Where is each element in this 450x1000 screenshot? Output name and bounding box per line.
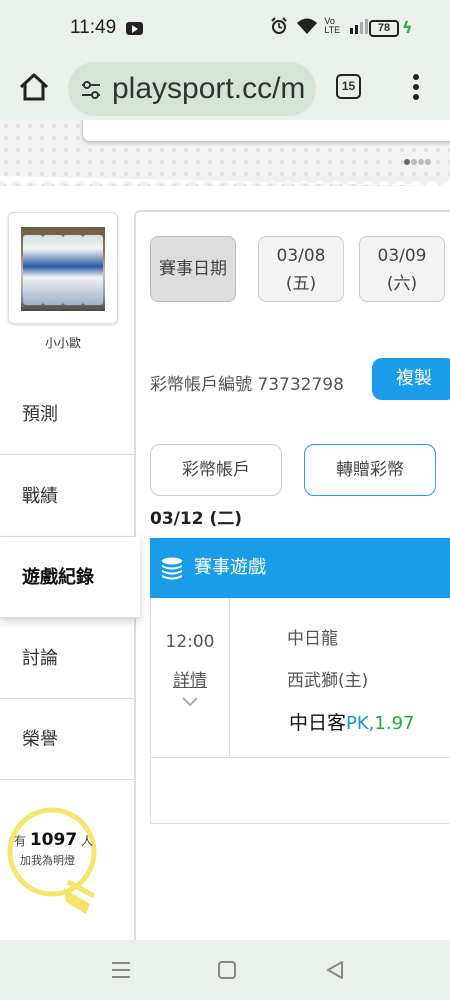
home-nav-icon[interactable] (214, 958, 240, 982)
alarm-icon (271, 17, 287, 34)
username: 小小歐 (44, 336, 81, 350)
sidebar-item-honors[interactable]: 榮譽 (0, 699, 134, 780)
site-settings-icon[interactable] (80, 79, 102, 101)
youtube-notification-icon (126, 22, 143, 35)
transfer-coins-button[interactable]: 轉贈彩幣 (304, 444, 436, 496)
follower-count-line: 有 1097 人 (14, 830, 94, 850)
system-navigation-bar (0, 940, 450, 1000)
bet-odds: 1.97 (374, 713, 415, 734)
coins-icon (162, 557, 182, 580)
wifi-icon (297, 18, 318, 34)
sidebar-item-record[interactable]: 戰績 (0, 456, 134, 537)
sidebar-item-discussion[interactable]: 討論 (0, 618, 134, 699)
zigzag-divider (0, 176, 450, 186)
game-section-title: 賽事遊戲 (194, 557, 266, 578)
status-time: 11:49 (70, 17, 117, 38)
browser-toolbar: playsport.cc/m 15 (0, 58, 450, 120)
avatar[interactable] (8, 212, 118, 324)
banner-area (0, 120, 450, 186)
address-bar[interactable]: playsport.cc/m (68, 62, 316, 116)
lightbulb-follow-widget[interactable]: 有 1097 人 加我為明燈 (6, 806, 106, 926)
battery-indicator: 78 (369, 20, 399, 37)
sidebar-item-predictions[interactable]: 預測 (0, 374, 134, 455)
recents-icon[interactable] (108, 958, 134, 982)
account-number: 彩幣帳戶編號 73732798 (150, 375, 344, 395)
home-team: 西武獅(主) (287, 671, 369, 691)
table-row: 12:00 詳情 中日龍 西武獅(主) 中日客PK,1.97 (151, 598, 450, 758)
bet-selection: 中日客PK,1.97 (289, 708, 414, 735)
game-section-header: 賽事遊戲 (150, 538, 450, 598)
follow-caption: 加我為明燈 (20, 854, 75, 867)
game-time: 12:00 (165, 632, 215, 652)
coin-account-button[interactable]: 彩幣帳戶 (150, 444, 282, 496)
bet-pick: 中日客 (289, 712, 347, 734)
profile-sidebar: 小小歐 預測 戰績 遊戲紀錄 討論 榮譽 有 1097 人 加我為明燈 (0, 186, 140, 940)
status-bar: 11:49 Vo LTE 78 ϟ (0, 0, 450, 58)
match-date-label: 賽事日期 (150, 236, 236, 302)
main-panel: 賽事日期 03/08 (五) 03/09 (六) 彩幣帳戶編號 73732798… (134, 210, 450, 940)
section-date: 03/12 (二) (150, 509, 242, 529)
banner-card[interactable] (82, 120, 450, 142)
sidebar-item-game-history[interactable]: 遊戲紀錄 (0, 537, 140, 618)
signal-icon (349, 19, 368, 34)
home-icon[interactable] (18, 72, 50, 102)
game-table: 12:00 詳情 中日龍 西武獅(主) 中日客PK,1.97 (150, 598, 450, 824)
date-button-0308[interactable]: 03/08 (五) (258, 236, 344, 302)
date-button-0309[interactable]: 03/09 (六) (359, 236, 445, 302)
tab-switcher-button[interactable]: 15 (336, 74, 361, 99)
back-icon[interactable] (322, 958, 348, 982)
detail-link[interactable]: 詳情 (151, 666, 229, 691)
copy-button[interactable]: 複製 (372, 358, 450, 400)
bet-type: PK, (346, 713, 375, 734)
volte-label: Vo LTE (324, 16, 341, 35)
follower-count: 1097 (29, 830, 78, 850)
carousel-dots (404, 150, 432, 169)
away-team: 中日龍 (287, 629, 338, 649)
avatar-image (21, 227, 105, 311)
charging-icon: ϟ (402, 18, 413, 37)
more-options-icon[interactable] (408, 72, 424, 102)
url-text[interactable]: playsport.cc/m (112, 72, 305, 106)
status-icons: Vo LTE (270, 17, 369, 36)
chevron-down-icon[interactable] (181, 696, 199, 708)
